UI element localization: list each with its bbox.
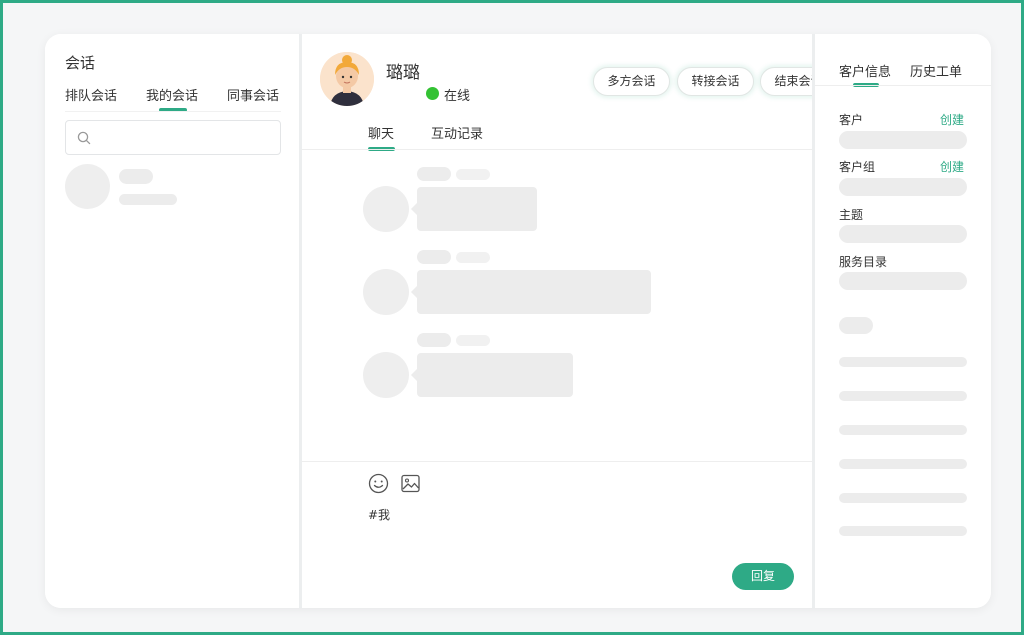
transfer-button[interactable]: 转接会话	[677, 67, 754, 96]
contact-status: 在线	[444, 89, 471, 104]
field-label-customer-group: 客户组	[839, 160, 876, 174]
message-time-placeholder	[456, 335, 490, 346]
message-sender-placeholder	[417, 250, 451, 264]
content-line-placeholder	[839, 391, 967, 401]
contact-name: 璐璐	[386, 63, 420, 83]
content-line-placeholder	[839, 425, 967, 435]
user-avatar-icon	[320, 52, 374, 106]
content-line-placeholder	[839, 357, 967, 367]
message-avatar	[363, 352, 409, 398]
multi-party-button[interactable]: 多方会话	[593, 67, 670, 96]
chat-panel: 璐璐 在线 多方会话 转接会话 结束会话 聊天 互动记录 #我 回复	[302, 34, 837, 608]
message-avatar	[363, 186, 409, 232]
emoji-icon[interactable]	[368, 473, 389, 498]
customer-info-panel: 客户信息 历史工单 客户 创建 客户组 创建 主题 服务目录	[815, 34, 991, 608]
tabs-divider	[65, 111, 281, 112]
content-line-placeholder	[839, 493, 967, 503]
composer-text[interactable]: #我	[368, 506, 390, 523]
message-sender-placeholder	[417, 167, 451, 181]
list-item-preview-placeholder	[119, 194, 177, 205]
message-sender-placeholder	[417, 333, 451, 347]
composer-divider	[302, 461, 812, 462]
field-label-customer: 客户	[839, 113, 864, 127]
message-bubble	[411, 270, 651, 314]
subject-field[interactable]	[839, 225, 967, 243]
tabs-divider	[815, 85, 991, 86]
field-label-service-catalog: 服务目录	[839, 255, 888, 269]
tab-interaction-history[interactable]: 互动记录	[431, 123, 483, 142]
customer-service-app: 会话 排队会话 我的会话 同事会话 璐璐 在线 多方会话 转接会话 结束会话 聊…	[45, 34, 991, 608]
online-status-icon	[426, 87, 439, 100]
tab-customer-info[interactable]: 客户信息	[839, 61, 891, 80]
search-icon	[77, 131, 91, 145]
tab-colleague-conversations[interactable]: 同事会话	[227, 85, 279, 104]
tab-my-conversations[interactable]: 我的会话	[146, 85, 198, 104]
content-line-placeholder	[839, 526, 967, 536]
tab-queue[interactable]: 排队会话	[65, 85, 117, 104]
message-time-placeholder	[456, 169, 490, 180]
message-time-placeholder	[456, 252, 490, 263]
content-line-placeholder	[839, 459, 967, 469]
list-item-name-placeholder	[119, 169, 153, 184]
reply-button[interactable]: 回复	[732, 563, 794, 590]
message-avatar	[363, 269, 409, 315]
message-bubble	[411, 187, 537, 231]
customer-group-field[interactable]	[839, 178, 967, 196]
outer-frame: 会话 排队会话 我的会话 同事会话 璐璐 在线 多方会话 转接会话 结束会话 聊…	[0, 0, 1024, 635]
customer-field[interactable]	[839, 131, 967, 149]
section-label-placeholder	[839, 317, 873, 334]
field-label-subject: 主题	[839, 208, 864, 222]
search-input[interactable]	[65, 120, 281, 155]
create-customer-group-link[interactable]: 创建	[940, 158, 964, 175]
panel-title: 会话	[65, 54, 96, 72]
chat-header-divider	[302, 149, 812, 150]
contact-avatar	[320, 52, 374, 106]
service-catalog-field[interactable]	[839, 272, 967, 290]
create-customer-link[interactable]: 创建	[940, 111, 964, 128]
tab-ticket-history[interactable]: 历史工单	[910, 61, 962, 80]
image-icon[interactable]	[400, 473, 421, 498]
list-item-avatar[interactable]	[65, 164, 110, 209]
conversation-list-panel: 会话 排队会话 我的会话 同事会话	[45, 34, 299, 608]
message-bubble	[411, 353, 573, 397]
tab-chat[interactable]: 聊天	[368, 123, 394, 142]
